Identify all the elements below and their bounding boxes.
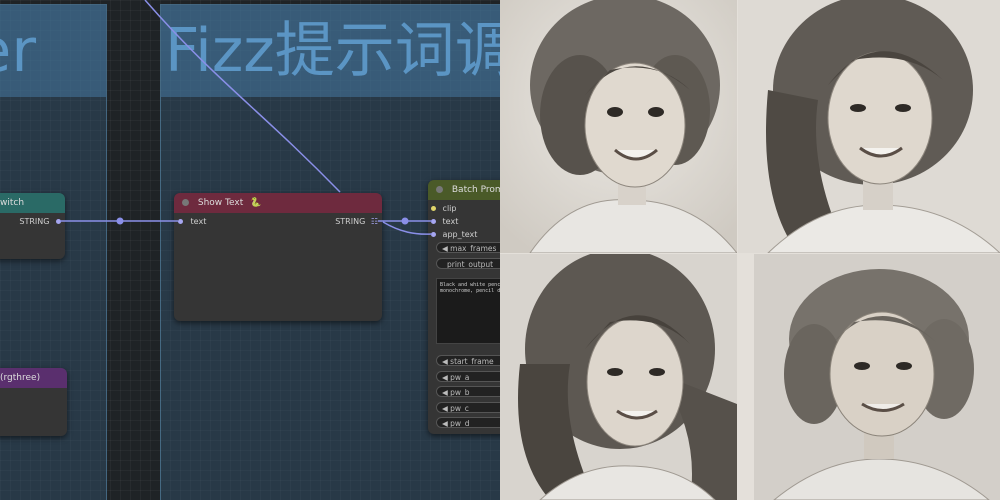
widget-label: start_frame bbox=[450, 357, 494, 366]
collapse-dot-icon[interactable] bbox=[436, 186, 443, 193]
portrait-child-image[interactable] bbox=[500, 0, 737, 253]
widget-label: pw_d bbox=[450, 419, 470, 428]
show-text-input-slot[interactable]: text bbox=[178, 217, 206, 226]
input-pin[interactable] bbox=[431, 219, 436, 224]
widget-label: max_frames bbox=[450, 244, 497, 253]
show-text-node[interactable]: Show Text 🐍 text STRING ☷ bbox=[174, 193, 382, 321]
widget-label: pw_c bbox=[450, 404, 469, 413]
rgthree-node[interactable]: (rgthree) bbox=[0, 368, 67, 436]
switch-node[interactable]: witch STRING bbox=[0, 193, 65, 259]
pw-c-widget[interactable]: ◀ pw_c bbox=[436, 402, 500, 413]
show-text-title: Show Text bbox=[197, 198, 244, 208]
batch-input-app-text[interactable]: app_text bbox=[431, 230, 477, 239]
pw-a-widget[interactable]: ◀ pw_a bbox=[436, 371, 500, 382]
input-label-clip: clip bbox=[442, 204, 457, 213]
portrait-older-woman-image[interactable] bbox=[754, 254, 1000, 500]
batch-input-text[interactable]: text bbox=[431, 217, 458, 226]
wire-reroute-dot bbox=[116, 217, 124, 225]
widget-label: pw_a bbox=[450, 373, 470, 382]
input-label-app-text: app_text bbox=[442, 230, 478, 239]
output-image-grid bbox=[500, 0, 1000, 500]
widget-label: print_output bbox=[447, 260, 494, 269]
output-pin[interactable] bbox=[56, 219, 61, 224]
list-output-icon[interactable]: ☷ bbox=[371, 217, 378, 226]
rgthree-node-header[interactable]: (rgthree) bbox=[0, 368, 67, 388]
input-label-text: text bbox=[442, 217, 459, 226]
batch-prompt-title: Batch Prompt bbox=[451, 185, 500, 195]
prompt-textarea[interactable]: Black and white penc monochrome, pencil … bbox=[436, 278, 500, 344]
input-pin[interactable] bbox=[431, 206, 436, 211]
max-frames-widget[interactable]: ◀ max_frames bbox=[436, 242, 500, 253]
print-output-widget[interactable]: print_output bbox=[436, 258, 500, 269]
pw-d-widget[interactable]: ◀ pw_d bbox=[436, 417, 500, 428]
pw-b-widget[interactable]: ◀ pw_b bbox=[436, 386, 500, 397]
batch-prompt-node-header[interactable]: Batch Prompt bbox=[428, 180, 500, 200]
input-pin[interactable] bbox=[178, 219, 183, 224]
collapse-dot-icon[interactable] bbox=[182, 199, 189, 206]
batch-input-clip[interactable]: clip bbox=[431, 204, 456, 213]
group-left-title: er bbox=[0, 5, 106, 97]
switch-output-slot[interactable]: STRING bbox=[19, 217, 61, 226]
portrait-young-woman-image[interactable] bbox=[500, 254, 737, 500]
widget-label: pw_b bbox=[450, 388, 470, 397]
show-text-input-label: text bbox=[190, 217, 207, 226]
python-badge-icon: 🐍 bbox=[250, 198, 262, 208]
portrait-teen-image[interactable] bbox=[738, 0, 1000, 253]
batch-prompt-node[interactable]: Batch Prompt clip text app_text ◀ max_fr… bbox=[428, 180, 500, 434]
input-pin[interactable] bbox=[431, 232, 436, 237]
show-text-output-slot[interactable]: STRING ☷ bbox=[335, 217, 378, 226]
node-graph-canvas[interactable]: er Fizz提示词调 witch STRING (rgthree) Show … bbox=[0, 0, 500, 500]
show-text-output-label: STRING bbox=[335, 217, 366, 226]
start-frame-widget[interactable]: ◀ start_frame bbox=[436, 355, 500, 366]
show-text-node-header[interactable]: Show Text 🐍 bbox=[174, 193, 382, 213]
switch-node-header[interactable]: witch bbox=[0, 193, 65, 213]
group-fizz-title: Fizz提示词调 bbox=[161, 5, 500, 97]
switch-output-label: STRING bbox=[19, 217, 50, 226]
